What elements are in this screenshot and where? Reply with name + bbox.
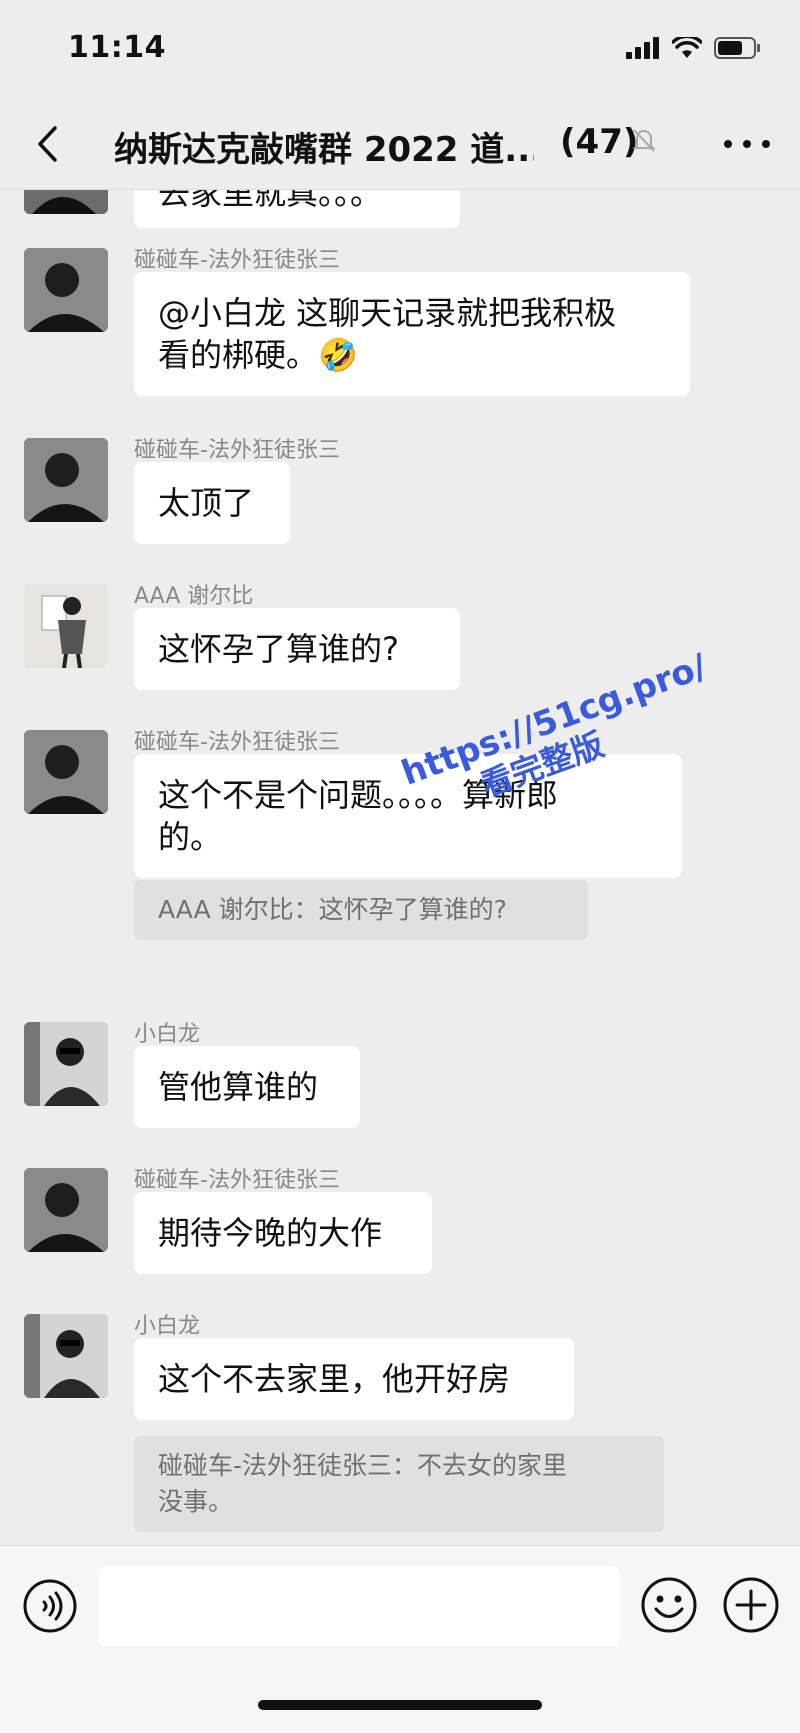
- message-bubble[interactable]: 这怀孕了算谁的?: [134, 608, 460, 690]
- message-bubble[interactable]: 这个不去家里，他开好房: [134, 1338, 574, 1420]
- voice-icon: [23, 1579, 77, 1633]
- chat-title[interactable]: 纳斯达克敲嘴群 2022 道...: [114, 122, 534, 171]
- avatar-image: [24, 1168, 108, 1252]
- battery-icon: [714, 37, 760, 59]
- chevron-left-icon: [38, 126, 57, 162]
- message-bubble[interactable]: 管他算谁的: [134, 1046, 360, 1128]
- more-dots-icon: [724, 140, 732, 148]
- avatar-image: [24, 438, 108, 522]
- more-button[interactable]: [724, 124, 770, 164]
- sender-name: 碰碰车-法外狂徒张三: [134, 1168, 340, 1193]
- smiley-icon: [641, 1577, 697, 1633]
- signal-icon: [626, 37, 659, 59]
- voice-button[interactable]: [22, 1578, 78, 1634]
- message-input[interactable]: [98, 1566, 620, 1646]
- message-bubble[interactable]: 去家里就真。。。: [134, 190, 460, 228]
- avatar[interactable]: [24, 1314, 108, 1398]
- avatar[interactable]: [24, 1168, 108, 1252]
- sender-name: 碰碰车-法外狂徒张三: [134, 438, 340, 463]
- quoted-message[interactable]: 碰碰车-法外狂徒张三：不去女的家里 没事。: [134, 1436, 664, 1532]
- quoted-message[interactable]: AAA 谢尔比：这怀孕了算谁的?: [134, 880, 588, 940]
- status-bar: 11:14: [0, 0, 800, 100]
- bell-slash-icon: [632, 129, 656, 152]
- emoji-button[interactable]: [640, 1576, 698, 1634]
- message-bubble[interactable]: @小白龙 这聊天记录就把我积极 看的梆硬。🤣: [134, 272, 690, 396]
- sender-name: 碰碰车-法外狂徒张三: [134, 248, 340, 273]
- avatar[interactable]: [24, 190, 108, 214]
- avatar-image: [24, 730, 108, 814]
- status-time: 11:14: [68, 30, 166, 65]
- message-bubble[interactable]: 期待今晚的大作: [134, 1192, 432, 1274]
- back-button[interactable]: [28, 122, 68, 166]
- avatar-image: [24, 248, 108, 332]
- plus-circle-icon: [723, 1577, 779, 1633]
- member-count: (47): [560, 122, 639, 162]
- avatar-image: [24, 584, 108, 668]
- avatar-image: [24, 190, 108, 214]
- status-icons: [626, 36, 762, 60]
- avatar[interactable]: [24, 1022, 108, 1106]
- message-bubble[interactable]: 太顶了: [134, 462, 290, 544]
- message-list[interactable]: 去家里就真。。。 碰碰车-法外狂徒张三 @小白龙 这聊天记录就把我积极 看的梆硬…: [0, 190, 800, 1545]
- avatar-image: [24, 1314, 108, 1398]
- sender-name: 小白龙: [134, 1314, 201, 1339]
- avatar-image: [24, 1022, 108, 1106]
- avatar[interactable]: [24, 438, 108, 522]
- avatar[interactable]: [24, 248, 108, 332]
- avatar[interactable]: [24, 730, 108, 814]
- avatar[interactable]: [24, 584, 108, 668]
- sender-name: AAA 谢尔比: [134, 584, 254, 609]
- plus-button[interactable]: [722, 1576, 780, 1634]
- wifi-icon: [672, 37, 702, 58]
- sender-name: 碰碰车-法外狂徒张三: [134, 730, 340, 755]
- sender-name: 小白龙: [134, 1022, 201, 1047]
- home-indicator[interactable]: [258, 1700, 542, 1710]
- chat-header: 纳斯达克敲嘴群 2022 道... (47): [0, 100, 800, 190]
